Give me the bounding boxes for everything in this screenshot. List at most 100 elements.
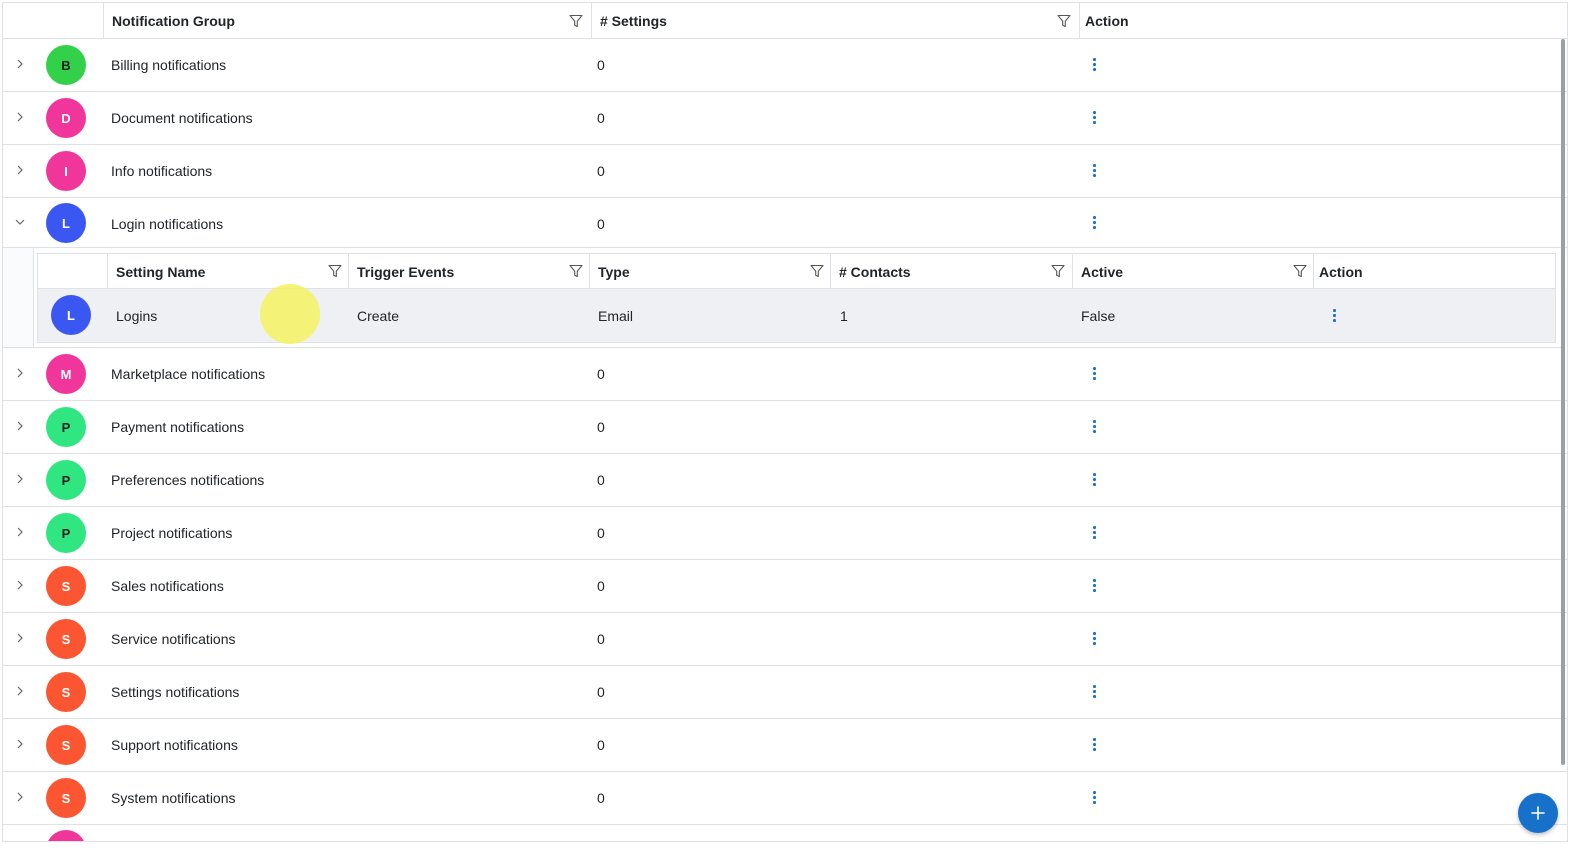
subheader-trigger-events-label: Trigger Events (357, 263, 455, 280)
more-actions-icon[interactable] (1091, 58, 1097, 72)
settings-count: 0 (597, 110, 605, 126)
group-row-settings[interactable]: S Settings notifications 0 (3, 666, 1567, 719)
chevron-right-icon[interactable] (14, 579, 26, 591)
subheader-trigger-events[interactable]: Trigger Events (348, 254, 589, 289)
add-button[interactable] (1518, 793, 1558, 833)
group-name: Service notifications (111, 631, 236, 647)
subheader-type[interactable]: Type (589, 254, 830, 289)
settings-count: 0 (597, 631, 605, 647)
chevron-right-icon[interactable] (14, 738, 26, 750)
filter-icon[interactable] (1057, 14, 1071, 28)
chevron-right-icon[interactable] (14, 367, 26, 379)
chevron-right-icon[interactable] (14, 473, 26, 485)
more-actions-icon[interactable] (1091, 473, 1097, 487)
group-row-sales[interactable]: S Sales notifications 0 (3, 560, 1567, 613)
group-row-system[interactable]: S System notifications 0 (3, 772, 1567, 825)
group-name: Billing notifications (111, 57, 227, 73)
settings-count: 0 (597, 578, 605, 594)
setting-name: Logins (116, 308, 158, 324)
chevron-right-icon[interactable] (14, 791, 26, 803)
filter-icon[interactable] (569, 14, 583, 28)
group-row-billing[interactable]: B Billing notifications 0 (3, 39, 1567, 92)
group-name: Preferences notifications (111, 472, 265, 488)
group-row-document[interactable]: D Document notifications 0 (3, 92, 1567, 145)
more-actions-icon[interactable] (1091, 367, 1097, 381)
avatar: P (46, 460, 86, 500)
group-row-marketplace[interactable]: M Marketplace notifications 0 (3, 348, 1567, 401)
avatar: P (46, 407, 86, 447)
group-name: Sales notifications (111, 578, 224, 594)
group-name: Payment notifications (111, 419, 245, 435)
more-actions-icon[interactable] (1091, 420, 1097, 434)
plus-icon (1531, 806, 1545, 820)
more-actions-icon[interactable] (1091, 738, 1097, 752)
header-settings-count[interactable]: # Settings (591, 3, 1079, 39)
group-row-payment[interactable]: P Payment notifications 0 (3, 401, 1567, 454)
subheader-setting-name[interactable]: Setting Name (107, 254, 348, 289)
avatar: B (46, 45, 86, 85)
group-row-partial[interactable] (3, 825, 1567, 841)
subheader-avatar-column (38, 254, 107, 289)
subheader-contacts[interactable]: # Contacts (830, 254, 1072, 289)
more-actions-icon[interactable] (1091, 111, 1097, 125)
filter-icon[interactable] (1293, 264, 1307, 278)
avatar: S (46, 778, 86, 818)
chevron-right-icon[interactable] (14, 111, 26, 123)
filter-icon[interactable] (328, 264, 342, 278)
settings-count: 0 (597, 472, 605, 488)
header-notification-group[interactable]: Notification Group (103, 3, 591, 39)
chevron-down-icon[interactable] (14, 216, 26, 228)
group-name: Support notifications (111, 737, 238, 753)
header-settings-count-label: # Settings (600, 13, 667, 29)
avatar: M (46, 354, 86, 394)
subheader-setting-name-label: Setting Name (116, 263, 206, 280)
chevron-right-icon[interactable] (14, 58, 26, 70)
filter-icon[interactable] (569, 264, 583, 278)
settings-count: 0 (597, 366, 605, 382)
more-actions-icon[interactable] (1091, 164, 1097, 178)
chevron-right-icon[interactable] (14, 164, 26, 176)
filter-icon[interactable] (1051, 264, 1065, 278)
group-name: Info notifications (111, 163, 213, 179)
more-actions-icon[interactable] (1091, 791, 1097, 805)
chevron-right-icon[interactable] (14, 632, 26, 644)
more-actions-icon[interactable] (1091, 685, 1097, 699)
avatar: L (46, 203, 86, 243)
group-name: Settings notifications (111, 684, 240, 700)
chevron-right-icon[interactable] (14, 420, 26, 432)
settings-count: 0 (597, 525, 605, 541)
group-row-support[interactable]: S Support notifications 0 (3, 719, 1567, 772)
group-row-info[interactable]: I Info notifications 0 (3, 145, 1567, 198)
subheader-active-label: Active (1081, 263, 1124, 280)
avatar (46, 830, 86, 841)
group-name: System notifications (111, 790, 236, 806)
chevron-right-icon[interactable] (14, 526, 26, 538)
group-name: Project notifications (111, 525, 233, 541)
vertical-scrollbar[interactable] (1561, 39, 1565, 765)
detail-indent (3, 248, 34, 347)
chevron-right-icon[interactable] (14, 685, 26, 697)
more-actions-icon[interactable] (1091, 632, 1097, 646)
settings-count: 0 (597, 790, 605, 806)
settings-count: 0 (597, 163, 605, 179)
group-row-preferences[interactable]: P Preferences notifications 0 (3, 454, 1567, 507)
subheader-active[interactable]: Active (1072, 254, 1313, 289)
group-row-service[interactable]: S Service notifications 0 (3, 613, 1567, 666)
settings-count: 0 (597, 737, 605, 753)
avatar: S (46, 566, 86, 606)
more-actions-icon[interactable] (1331, 309, 1337, 323)
trigger-events: Create (357, 308, 400, 324)
subheader-action-label: Action (1319, 263, 1363, 280)
group-row-project[interactable]: P Project notifications 0 (3, 507, 1567, 560)
filter-icon[interactable] (810, 264, 824, 278)
subheader-contacts-label: # Contacts (839, 263, 911, 280)
header-expand-column (3, 3, 103, 39)
settings-count: 0 (597, 57, 605, 73)
setting-row-logins[interactable]: L Logins Create Email 1 False (38, 289, 1555, 342)
group-name: Marketplace notifications (111, 366, 266, 382)
more-actions-icon[interactable] (1091, 216, 1097, 230)
more-actions-icon[interactable] (1091, 526, 1097, 540)
notification-groups-grid: Notification Group # Settings Action B B… (2, 2, 1568, 842)
group-row-login[interactable]: L Login notifications 0 (3, 198, 1567, 248)
more-actions-icon[interactable] (1091, 579, 1097, 593)
